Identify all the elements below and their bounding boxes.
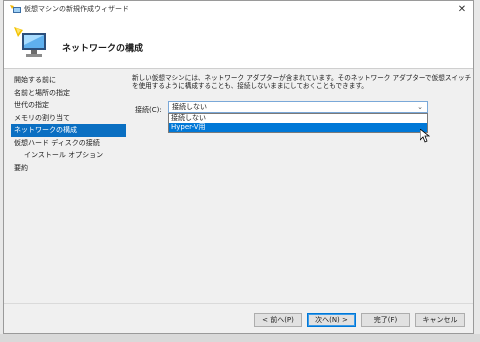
nav-item-networking[interactable]: ネットワークの構成 [11,124,126,137]
main-content: 新しい仮想マシンには、ネットワーク アダプターが含まれています。そのネットワーク… [132,74,472,133]
desktop-background [0,334,480,342]
nav-item-before-you-begin[interactable]: 開始する前に [11,74,126,87]
description-line-1: 新しい仮想マシンには、ネットワーク アダプターが含まれています。そのネットワーク… [132,74,472,82]
description-line-2: を使用するように構成することも、接続しないままにしておくこともできます。 [132,82,368,90]
connection-dropdown-list: 接続しない Hyper-V用 [168,113,428,133]
connection-select-value: 接続しない [172,103,207,111]
chevron-down-icon: ⌄ [417,103,423,111]
hyperv-wizard-icon [10,5,21,13]
nav-item-installation-options[interactable]: インストール オプション [11,149,126,162]
nav-item-memory[interactable]: メモリの割り当て [11,112,126,125]
window-title: 仮想マシンの新規作成ウィザード [24,5,129,13]
title-bar: 仮想マシンの新規作成ウィザード ✕ [4,1,473,18]
close-icon: ✕ [457,4,467,15]
mouse-cursor-icon [420,129,430,143]
dropdown-option-not-connected[interactable]: 接続しない [169,114,427,123]
finish-button[interactable]: 完了(F) [361,313,410,327]
wizard-steps-nav: 開始する前に 名前と場所の指定 世代の指定 メモリの割り当て ネットワークの構成… [11,74,126,174]
dropdown-option-hyperv[interactable]: Hyper-V用 [169,123,427,132]
connection-label: 接続(C): [135,106,162,114]
previous-button[interactable]: < 前へ(P) [254,313,302,327]
close-button[interactable]: ✕ [451,1,473,18]
cancel-button[interactable]: キャンセル [415,313,465,327]
nav-item-summary[interactable]: 要約 [11,162,126,175]
nav-item-name-and-location[interactable]: 名前と場所の指定 [11,87,126,100]
wizard-window: 仮想マシンの新規作成ウィザード ✕ ネットワークの構成 開始する前に 名前と場所… [3,0,474,334]
page-title: ネットワークの構成 [62,44,144,54]
wizard-header: ネットワークの構成 [4,18,473,69]
footer-divider [4,303,473,304]
connection-select[interactable]: 接続しない ⌄ [168,101,428,113]
next-button[interactable]: 次へ(N) > [307,313,356,327]
nav-item-generation[interactable]: 世代の指定 [11,99,126,112]
hyperv-monitor-icon [14,27,46,57]
nav-item-virtual-hard-disk[interactable]: 仮想ハード ディスクの接続 [11,137,126,150]
